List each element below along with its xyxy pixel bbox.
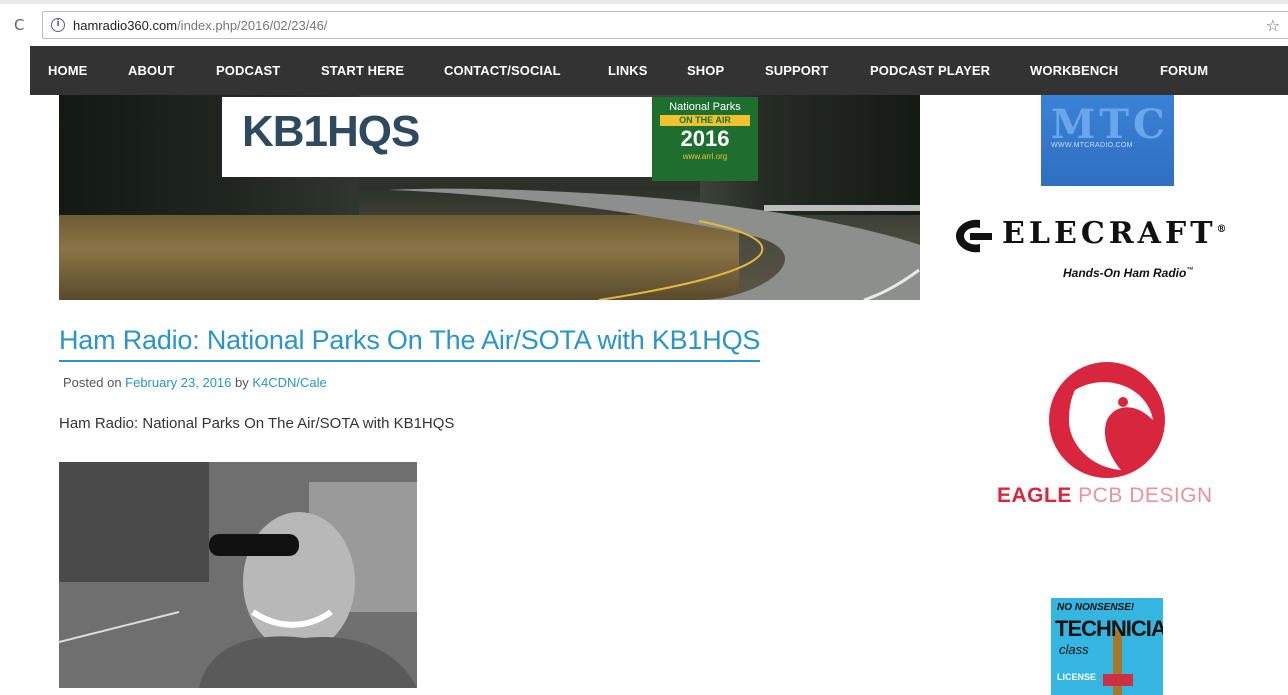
- tech-line1: NO NONSENSE!: [1057, 602, 1135, 613]
- tech-sign: [1103, 674, 1133, 686]
- nav-shop[interactable]: SHOP: [687, 46, 724, 95]
- post-meta-by: by: [231, 375, 253, 390]
- info-icon[interactable]: i: [51, 18, 65, 32]
- reload-icon[interactable]: C: [14, 16, 32, 34]
- post-author-link[interactable]: K4CDN/Cale: [252, 375, 326, 390]
- post-meta: Posted on February 23, 2016 by K4CDN/Cal…: [63, 374, 327, 392]
- npota-line1: National Parks: [669, 101, 741, 113]
- elecraft-tagline-text: Hands-On Ham Radio: [1063, 266, 1187, 280]
- elecraft-tagline: Hands-On Ham Radio™: [1063, 266, 1193, 280]
- technician-book-ad[interactable]: NO NONSENSE! TECHNICIAN class LICENSE: [1051, 598, 1163, 695]
- url-text[interactable]: hamradio360.com/index.php/2016/02/23/46/: [73, 18, 327, 34]
- header-banner[interactable]: KB1HQS National Parks ON THE AIR 2016 ww…: [59, 95, 920, 300]
- npota-line2: ON THE AIR: [660, 115, 750, 126]
- npota-url: www.arrl.org: [682, 152, 728, 161]
- eagle-word: EAGLE: [997, 484, 1072, 507]
- post-photo[interactable]: [59, 462, 417, 688]
- nav-podcast-player[interactable]: PODCAST PLAYER: [870, 46, 990, 95]
- nav-podcast[interactable]: PODCAST: [216, 46, 280, 95]
- elecraft-name-text: ELECRAFT: [1002, 216, 1217, 251]
- nav-home[interactable]: HOME: [48, 46, 87, 95]
- post-body-text: Ham Radio: National Parks On The Air/SOT…: [59, 415, 455, 432]
- elecraft-registered-mark: ®: [1216, 224, 1231, 235]
- nav-about[interactable]: ABOUT: [128, 46, 175, 95]
- url-path: /index.php/2016/02/23/46/: [177, 18, 328, 33]
- url-host: hamradio360.com: [73, 18, 178, 33]
- eagle-rest: PCB DESIGN: [1071, 484, 1213, 507]
- nav-support[interactable]: SUPPORT: [765, 46, 829, 95]
- nav-links[interactable]: LINKS: [608, 46, 648, 95]
- mtc-url: WWW.MTCRADIO.COM: [1051, 142, 1133, 149]
- browser-toolbar: C i hamradio360.com/index.php/2016/02/23…: [0, 0, 1288, 44]
- tech-line4: LICENSE: [1057, 672, 1097, 682]
- tech-line3: class: [1059, 642, 1089, 657]
- nav-forum[interactable]: FORUM: [1160, 46, 1208, 95]
- post-title[interactable]: Ham Radio: National Parks On The Air/SOT…: [59, 321, 760, 362]
- mtc-radio-ad[interactable]: MTC WWW.MTCRADIO.COM: [1041, 95, 1174, 186]
- nav-workbench[interactable]: WORKBENCH: [1030, 46, 1118, 95]
- npota-year: 2016: [680, 126, 730, 151]
- bookmark-star-icon[interactable]: ☆: [1266, 16, 1280, 35]
- nav-start-here[interactable]: START HERE: [321, 46, 404, 95]
- nav-contact-social[interactable]: CONTACT/SOCIAL: [444, 46, 561, 95]
- eagle-text: EAGLE PCB DESIGN: [997, 484, 1213, 508]
- mtc-logo-text: MTC: [1051, 101, 1169, 148]
- eagle-logo-icon: [1049, 362, 1165, 478]
- site-nav: HOME ABOUT PODCAST START HERE CONTACT/SO…: [30, 46, 1288, 95]
- photo-illustration: [59, 462, 417, 688]
- eagle-pcb-ad[interactable]: EAGLE PCB DESIGN: [997, 360, 1237, 520]
- banner-callsign: KB1HQS: [242, 107, 420, 156]
- tech-line2: TECHNICIAN: [1055, 616, 1163, 641]
- elecraft-trademark-mark: ™: [1186, 267, 1194, 274]
- elecraft-ad[interactable]: ELECRAFT® Hands-On Ham Radio™: [950, 212, 1268, 292]
- address-bar[interactable]: i hamradio360.com/index.php/2016/02/23/4…: [42, 11, 1288, 39]
- post-date-link[interactable]: February 23, 2016: [125, 375, 231, 390]
- tab-strip-edge: [0, 0, 1288, 4]
- npota-badge: National Parks ON THE AIR 2016 www.arrl.…: [652, 97, 758, 181]
- page-left-gutter: [0, 44, 30, 695]
- elecraft-name: ELECRAFT®: [1002, 216, 1231, 251]
- elecraft-logo-icon: [956, 219, 992, 253]
- post-meta-prefix: Posted on: [63, 375, 126, 390]
